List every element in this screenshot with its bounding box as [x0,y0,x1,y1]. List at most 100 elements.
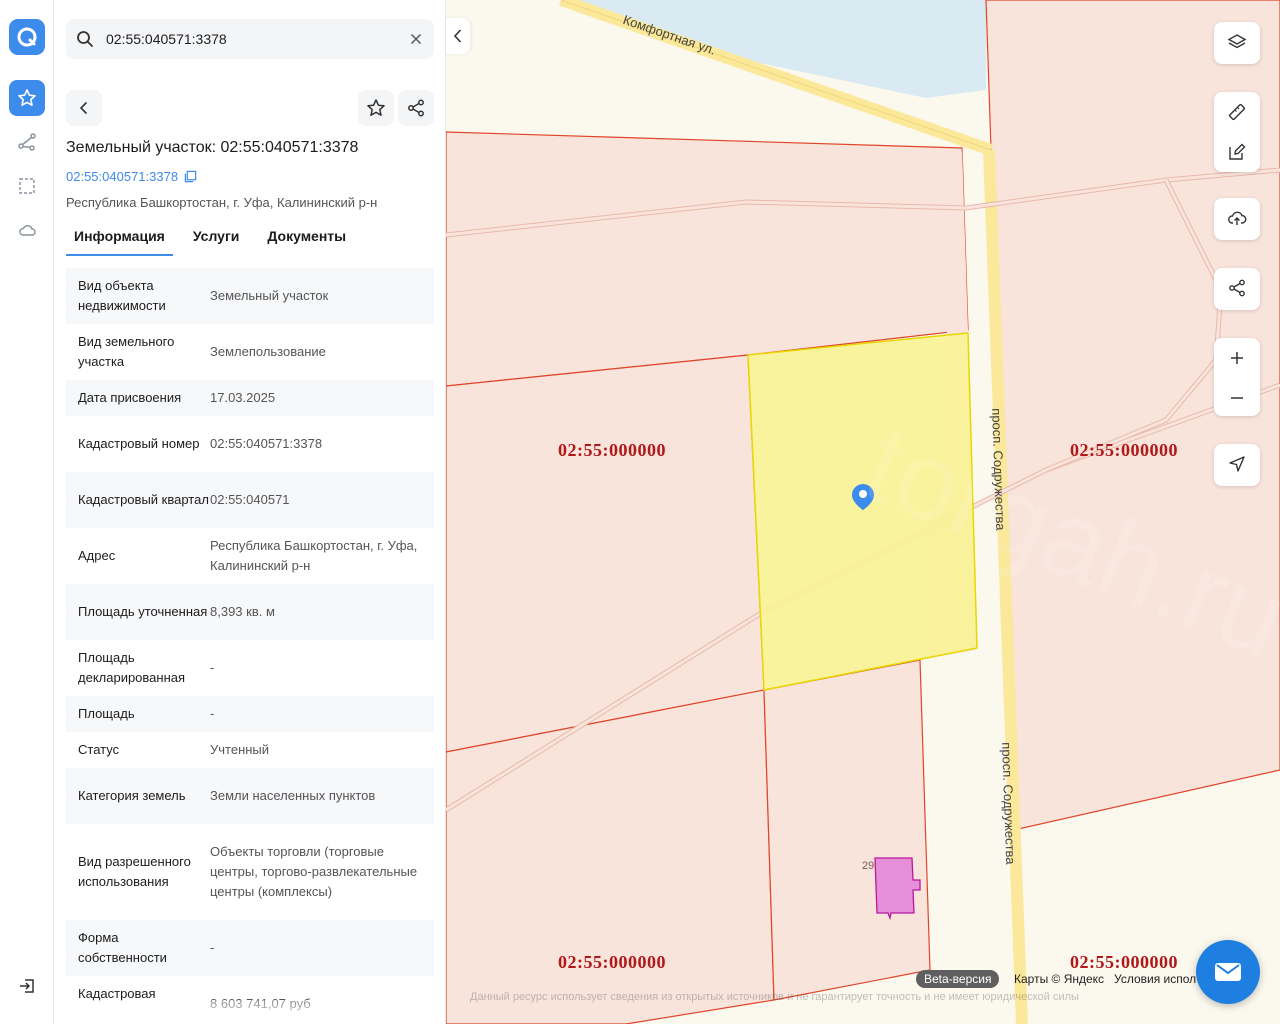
map-view[interactable]: torgah.ru 02:55:000000 02:55:000000 02:5… [446,0,1280,1024]
rail-selection-button[interactable] [9,168,45,204]
info-row: Вид разрешенного использования Объекты то… [66,824,434,920]
cadastral-district-label: 02:55:000000 [1070,440,1178,460]
zoom-out-icon [1231,397,1243,399]
info-row: Дата присвоения 17.03.2025 [66,380,434,416]
map-terms-link[interactable]: Условия испол [1114,972,1196,986]
tab-info[interactable]: Информация [66,222,173,256]
info-key: Дата присвоения [78,390,182,405]
info-row: Вид земельного участка Землепользование [66,324,434,380]
info-value: Землепользование [210,344,326,359]
info-table: Вид объекта недвижимости Земельный участо… [66,268,434,1024]
info-value: Объекты торговли (торговые центры, торго… [210,844,418,899]
info-value: - [210,940,215,955]
info-key: Вид разрешенного использования [78,854,191,889]
cloud-icon [19,224,36,236]
info-row: Кадастровый квартал 02:55:040571 [66,472,434,528]
cadastral-link[interactable]: 02:55:040571:3378 [66,169,197,184]
locate-icon [1229,456,1245,472]
upload-button[interactable] [1214,198,1260,240]
cadastral-district-label: 02:55:000000 [1070,952,1178,972]
search-icon [77,31,93,47]
rail-route-button[interactable] [9,124,45,160]
info-panel: Земельный участок: 02:55:040571:3378 02:… [54,0,446,1024]
info-row: Площадь декларированная - [66,640,434,696]
logout-button[interactable] [9,968,45,1004]
map-disclaimer: Данный ресурс использует сведения из отк… [470,991,1079,1003]
star-icon [367,99,385,116]
map-copyright[interactable]: Карты © Яндекс [1014,972,1104,986]
feedback-button[interactable] [1196,940,1260,1004]
info-key: Вид объекта недвижимости [78,278,166,313]
share-icon [1229,279,1245,297]
info-key: Адрес [78,548,116,563]
ruler-icon [1228,103,1246,121]
info-row: Форма собственности - [66,920,434,976]
info-key: Кадастровый номер [78,436,200,451]
info-value: Учтенный [210,742,270,757]
tab-documents[interactable]: Документы [259,222,354,256]
info-value: Земли населенных пунктов [210,788,376,803]
edit-icon [1229,143,1246,160]
rail-favorites-button[interactable] [9,80,45,116]
edit-button[interactable] [1214,132,1260,172]
tabs: Информация Услуги Документы [66,222,434,256]
search-input[interactable] [106,19,396,59]
info-value: - [210,660,215,675]
info-value: 17.03.2025 [210,390,276,405]
zoom-in-button[interactable] [1214,338,1260,378]
mail-icon [1215,963,1241,981]
cadastral-number-link[interactable]: 02:55:040571:3378 [66,169,178,184]
app-logo-icon[interactable] [9,19,45,55]
chevron-left-icon [453,29,462,43]
info-row: Кадастровый номер 02:55:040571:3378 [66,416,434,472]
cadastral-district-label: 02:55:000000 [558,952,666,972]
layers-button[interactable] [1214,22,1260,64]
layers-icon [1227,34,1247,49]
info-row: Статус Учтенный [66,732,434,768]
cadastral-district-label: 02:55:000000 [558,440,666,460]
info-row: Площадь - [66,696,434,732]
clear-search-icon[interactable] [408,31,424,47]
rail-cloud-button[interactable] [9,212,45,248]
map-share-button[interactable] [1214,268,1260,310]
info-key: Площадь [78,706,135,721]
info-key: Площадь уточненная [78,604,208,619]
info-key: Площадь декларированная [78,650,186,685]
info-value: Земельный участок [210,288,329,303]
route-icon [18,133,36,151]
tab-services[interactable]: Услуги [185,222,248,256]
share-button[interactable] [398,90,434,126]
info-key: Статус [78,742,120,757]
info-value: 8,393 кв. м [210,604,275,619]
info-key: Форма собственности [78,930,167,965]
left-rail [0,0,54,1024]
object-title: Земельный участок: 02:55:040571:3378 [66,139,359,156]
info-key: Вид земельного участка [78,334,175,369]
selection-icon [19,178,35,194]
collapse-panel-button[interactable] [446,18,470,54]
chevron-left-icon [79,101,88,115]
building-number: 29 [862,860,875,872]
zoom-out-button[interactable] [1214,378,1260,418]
copy-icon[interactable] [184,170,197,183]
star-icon [18,89,36,106]
info-key: Кадастровый квартал [78,492,209,507]
logout-icon [20,979,34,993]
ruler-button[interactable] [1214,92,1260,132]
tools-group [1214,92,1260,172]
search-box [66,19,434,59]
scroll-fade [54,1000,445,1024]
info-value: - [210,706,215,721]
info-row: Адрес Республика Башкортостан, г. Уфа, Ка… [66,528,434,584]
locate-button[interactable] [1214,444,1260,486]
info-key: Категория земель [78,788,186,803]
object-address: Республика Башкортостан, г. Уфа, Калинин… [66,195,378,210]
beta-badge: Beta-версия [916,970,1000,988]
info-row: Вид объекта недвижимости Земельный участо… [66,268,434,324]
info-row: Площадь уточненная 8,393 кв. м [66,584,434,640]
share-icon [408,99,424,117]
back-button[interactable] [66,90,102,126]
favorite-button[interactable] [358,90,394,126]
zoom-in-icon [1231,352,1243,364]
info-value: 02:55:040571 [210,492,290,507]
